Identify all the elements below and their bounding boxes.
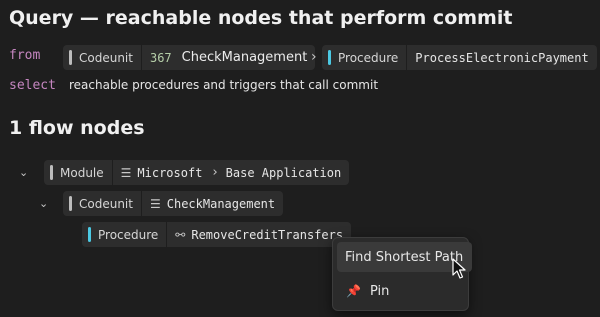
pin-icon: 📌: [346, 284, 361, 298]
procedure-color-bar: [328, 50, 331, 65]
module-app: Base Application: [225, 165, 342, 180]
procedure-color-bar: [88, 227, 91, 242]
menu-item-pin[interactable]: 📌 Pin: [337, 276, 473, 306]
results-heading: 1 flow nodes: [9, 117, 145, 139]
link-icon: ⚯: [175, 227, 186, 242]
chip-kind-label: Procedure: [338, 50, 399, 65]
context-menu: Find Shortest Path 📌 Pin: [332, 237, 472, 311]
list-icon: ☰: [149, 196, 161, 211]
page-title: Query — reachable nodes that perform com…: [9, 7, 513, 29]
select-keyword: select: [9, 78, 56, 93]
tree-node-codeunit[interactable]: Codeunit ☰ CheckManagement: [63, 191, 284, 216]
codeunit-name: CheckManagement: [166, 196, 276, 211]
module-color-bar: [50, 165, 53, 180]
module-publisher: Microsoft: [137, 165, 203, 180]
procedure-name: RemoveCreditTransfers: [191, 227, 344, 242]
select-description: reachable procedures and triggers that c…: [69, 78, 379, 92]
object-name: CheckManagement: [181, 50, 308, 65]
node-kind-label: Module: [60, 165, 104, 180]
object-id: 367: [149, 50, 172, 65]
list-icon: ☰: [120, 165, 132, 180]
procedure-name: ProcessElectronicPayment: [415, 50, 589, 65]
chevron-right-icon: ›: [212, 165, 218, 180]
mouse-cursor-icon: [452, 258, 466, 279]
chevron-down-icon[interactable]: ⌄: [19, 166, 28, 179]
query-results-panel: Query — reachable nodes that perform com…: [0, 0, 600, 317]
from-procedure-chip[interactable]: Procedure ProcessElectronicPayment: [322, 45, 597, 70]
chip-kind-label: Codeunit: [79, 50, 133, 65]
tree-node-module[interactable]: Module ☰ Microsoft › Base Application: [44, 160, 350, 185]
chevron-right-icon: ›: [311, 49, 317, 65]
menu-item-label: Pin: [369, 283, 390, 299]
chevron-down-icon[interactable]: ⌄: [39, 197, 48, 210]
codeunit-color-bar: [69, 196, 72, 211]
from-keyword: from: [9, 48, 41, 63]
menu-item-label: Find Shortest Path: [345, 249, 464, 265]
codeunit-color-bar: [69, 50, 72, 65]
node-kind-label: Procedure: [98, 227, 159, 242]
from-codeunit-chip[interactable]: Codeunit 367 CheckManagement: [63, 45, 316, 70]
node-kind-label: Codeunit: [79, 196, 133, 211]
tree-node-procedure[interactable]: Procedure ⚯ RemoveCreditTransfers: [82, 222, 352, 247]
